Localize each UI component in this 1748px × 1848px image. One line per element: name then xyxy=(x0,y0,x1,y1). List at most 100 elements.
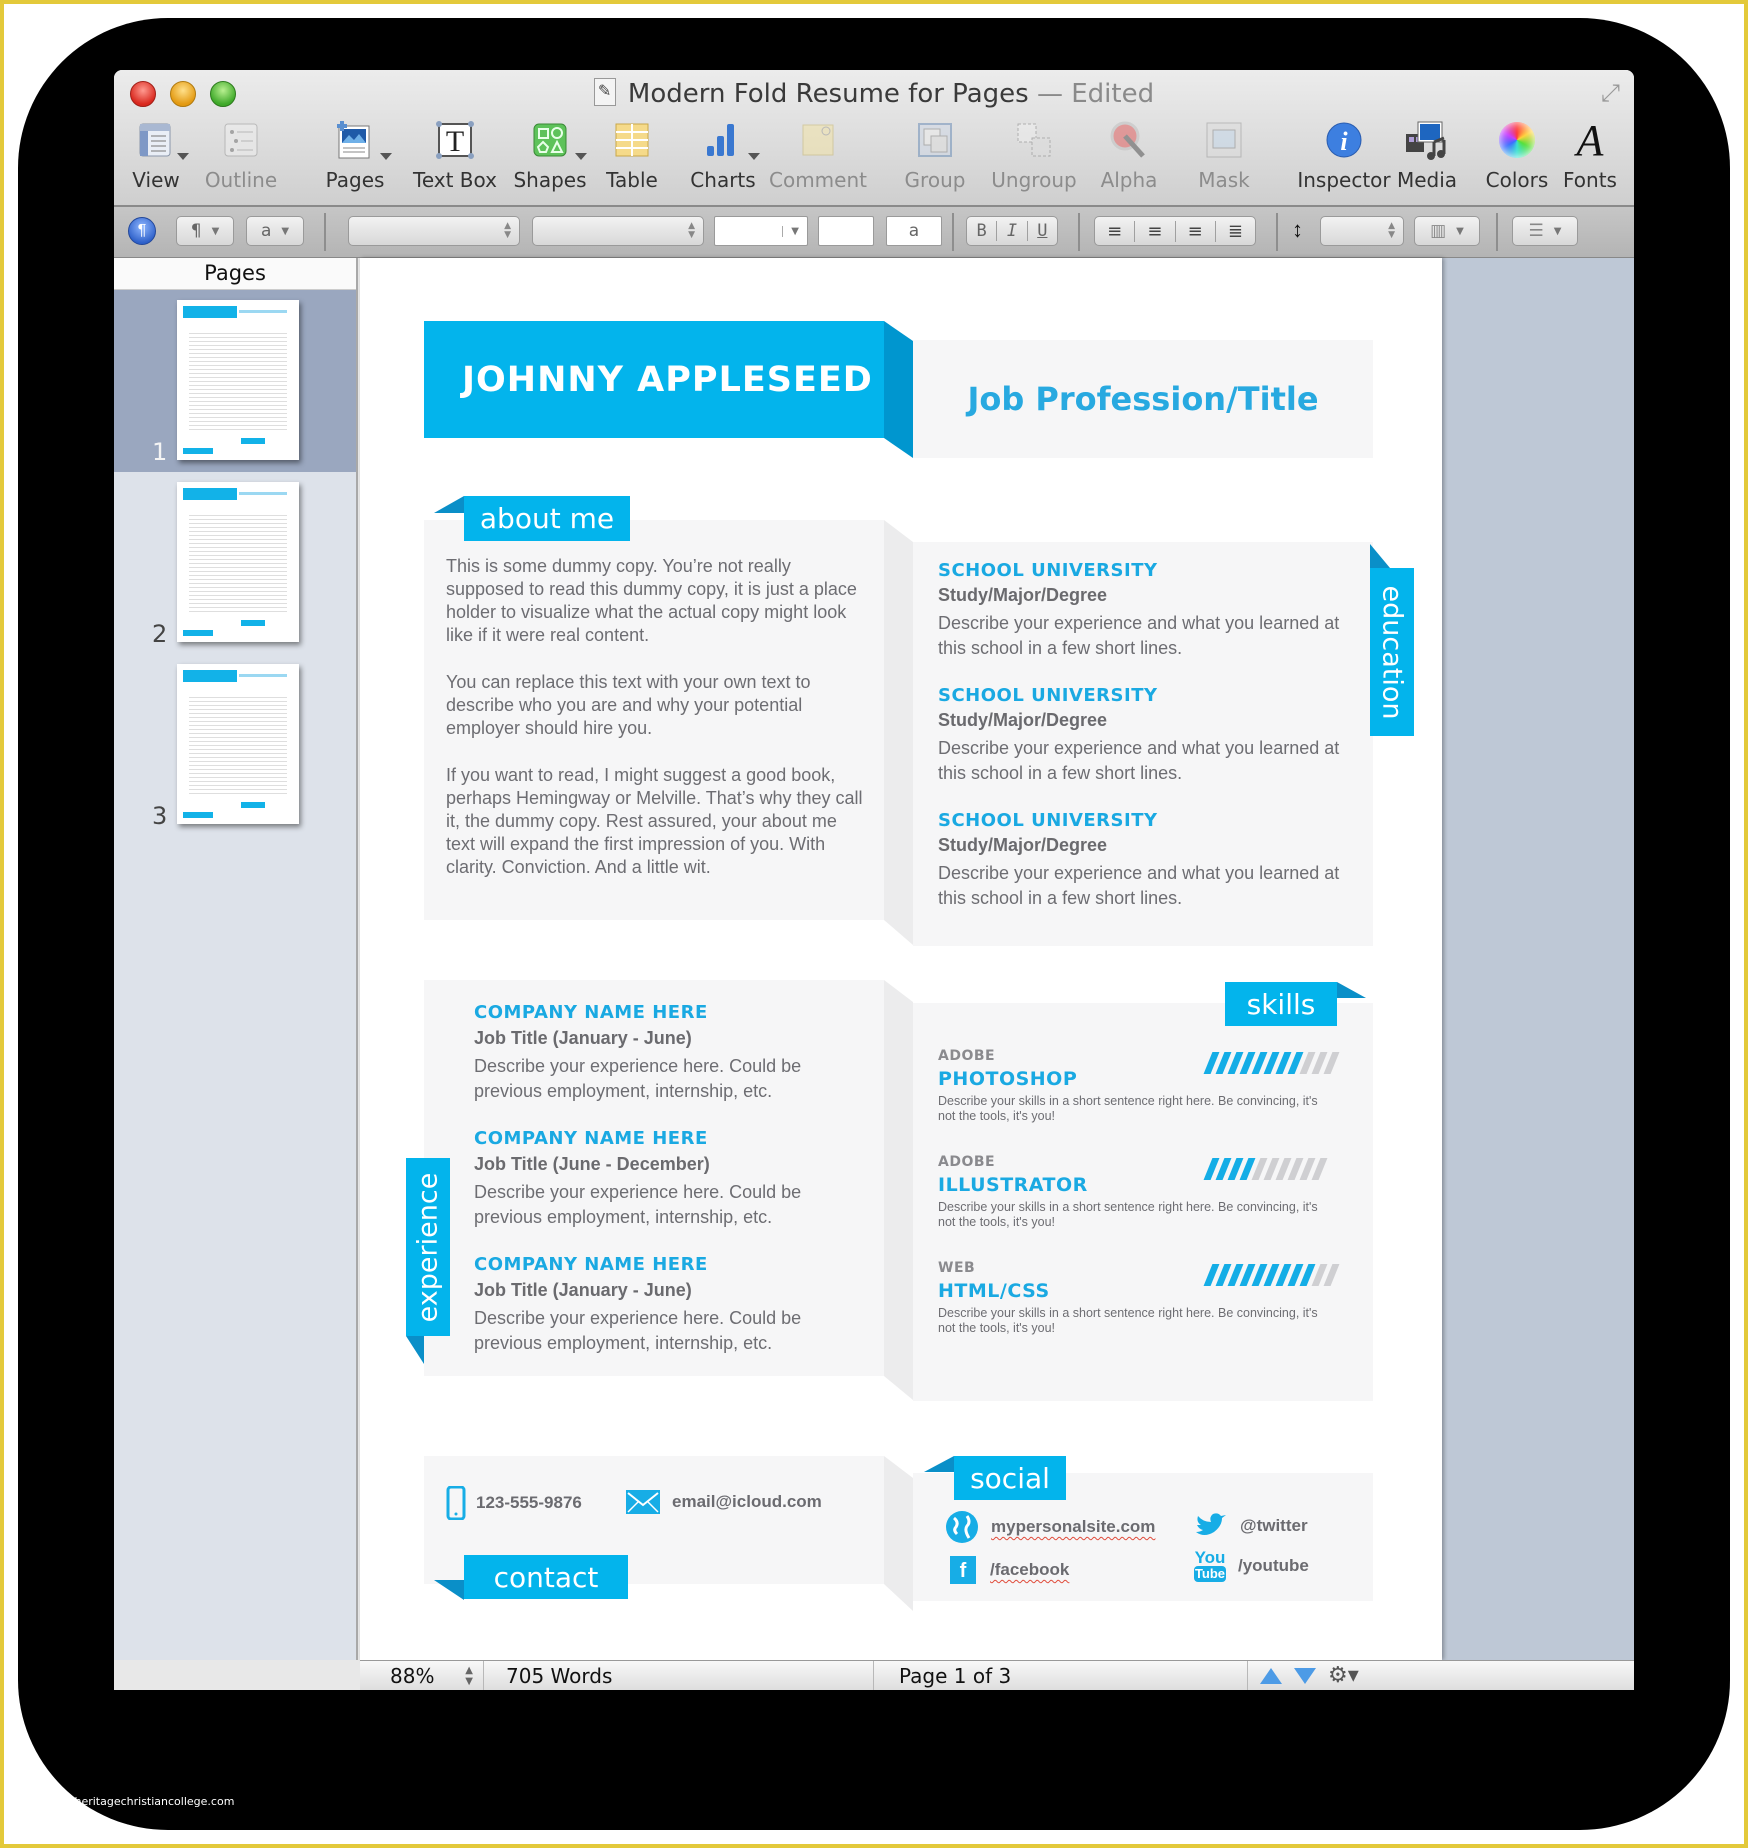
degree: Study/Major/Degree xyxy=(938,710,1108,730)
separator xyxy=(324,213,326,251)
align-center-button[interactable]: ≡ xyxy=(1135,220,1176,242)
skills-tag: skills xyxy=(1225,982,1337,1026)
toolbar: Modern Fold Resume for Pages — Edited ⤢ … xyxy=(114,70,1634,207)
toolbar-shapes-button[interactable]: Shapes xyxy=(505,118,595,192)
thumbnail-image xyxy=(177,300,299,460)
contact-tag: contact xyxy=(464,1555,628,1599)
page-thumbnail-3[interactable]: 3 xyxy=(114,654,356,836)
globe-icon xyxy=(946,1511,978,1543)
twitter-item[interactable]: @twitter xyxy=(1194,1512,1308,1540)
toolbar-outline-button[interactable]: Outline xyxy=(196,118,286,192)
education-entry[interactable]: SCHOOL UNIVERSITY Study/Major/Degree Des… xyxy=(938,685,1348,786)
previous-page-icon[interactable] xyxy=(1260,1668,1282,1684)
title-text: Modern Fold Resume for Pages xyxy=(627,79,1029,109)
italic-button[interactable]: I xyxy=(997,221,1028,241)
page-thumbnail-1[interactable]: 1 xyxy=(114,290,356,472)
align-left-button[interactable]: ≡ xyxy=(1095,220,1136,242)
font-size-combo[interactable]: ▼ xyxy=(714,216,808,246)
justify-button[interactable]: ≣ xyxy=(1216,221,1255,242)
columns-dropdown[interactable]: ▥ ▼ xyxy=(1414,216,1480,246)
page-number: 1 xyxy=(152,438,168,466)
text-style-buttons: B I U xyxy=(966,216,1058,246)
line-spacing-select[interactable]: ▲ ▼ xyxy=(1320,216,1404,246)
panel-fold xyxy=(884,520,913,945)
underline-button[interactable]: U xyxy=(1028,221,1057,241)
svg-text:i: i xyxy=(1340,127,1348,156)
next-page-icon[interactable] xyxy=(1294,1668,1316,1684)
phone-item[interactable]: 123-555-9876 xyxy=(446,1486,582,1520)
document-page[interactable]: JOHNNY APPLESEED Job Profession/Title ab… xyxy=(360,258,1442,1660)
toolbar-mask-button[interactable]: Mask xyxy=(1179,118,1269,192)
font-family-select[interactable]: ▲ ▼ xyxy=(348,216,520,246)
skill-entry[interactable]: ADOBE ILLUSTRATOR Describe your skills i… xyxy=(938,1154,1348,1260)
education-tag: education xyxy=(1370,568,1414,736)
character-style-dropdown[interactable]: a ▼ xyxy=(246,216,304,246)
email-item[interactable]: email@icloud.com xyxy=(626,1490,822,1514)
tag-fold xyxy=(406,1336,424,1364)
job-title[interactable]: Job Profession/Title xyxy=(913,340,1373,458)
format-bar: ¶ ¶ ▼ a ▼ ▲ ▼ ▲ ▼ ▼ a B I U ≡ ≡ ≡ ≣ ↕ ▲ ▼ ▥ ▼ … xyxy=(114,207,1634,258)
tag-fold xyxy=(1337,982,1366,998)
education-entry[interactable]: SCHOOL UNIVERSITY Study/Major/Degree Des… xyxy=(938,560,1348,661)
youtube-link: /youtube xyxy=(1238,1556,1309,1575)
email-icon xyxy=(626,1490,660,1514)
toolbar-alpha-button[interactable]: Alpha xyxy=(1084,118,1174,192)
toolbar-table-button[interactable]: Table xyxy=(587,118,677,192)
document-icon xyxy=(593,78,616,106)
page-thumbnail-2[interactable]: 2 xyxy=(114,472,356,654)
toolbar-pages-button[interactable]: Pages xyxy=(310,118,400,192)
experience-description: Describe your experience here. Could be … xyxy=(474,1308,802,1353)
experience-entry[interactable]: COMPANY NAME HERE Job Title (January - J… xyxy=(474,1002,864,1104)
skill-level-bar xyxy=(1203,1264,1340,1286)
name-banner[interactable]: JOHNNY APPLESEED xyxy=(424,321,884,438)
toolbar-ungroup-button[interactable]: Ungroup xyxy=(979,118,1089,192)
watermark: www.heritagechristiancollege.com xyxy=(45,1795,235,1808)
gear-icon[interactable]: ⚙▾ xyxy=(1328,1661,1359,1690)
skill-entry[interactable]: WEB HTML/CSS Describe your skills in a s… xyxy=(938,1260,1348,1366)
separator xyxy=(952,213,954,251)
toolbar-media-button[interactable]: Media xyxy=(1382,118,1472,192)
fullscreen-icon[interactable]: ⤢ xyxy=(1601,80,1620,108)
fonts-icon: A xyxy=(1576,115,1604,165)
text-background-color-well[interactable]: a xyxy=(886,216,942,246)
skill-entry[interactable]: ADOBE PHOTOSHOP Describe your skills in … xyxy=(938,1048,1348,1154)
toolbar-fonts-button[interactable]: A Fonts xyxy=(1545,115,1634,193)
company-name: COMPANY NAME HERE xyxy=(474,1128,708,1149)
youtube-item[interactable]: You Tube /youtube xyxy=(1194,1549,1309,1582)
bold-button[interactable]: B xyxy=(967,221,998,241)
skill-description: Describe your skills in a short sentence… xyxy=(938,1094,1318,1123)
font-typeface-select[interactable]: ▲ ▼ xyxy=(532,216,704,246)
sidebar-header: Pages xyxy=(114,258,356,290)
experience-entry[interactable]: COMPANY NAME HERE Job Title (June - Dece… xyxy=(474,1128,864,1230)
page-number: 2 xyxy=(152,620,168,648)
align-right-button[interactable]: ≡ xyxy=(1176,220,1216,242)
skill-description: Describe your skills in a short sentence… xyxy=(938,1200,1318,1229)
text-color-well[interactable] xyxy=(818,216,874,246)
toolbar-text-box-button[interactable]: T Text Box xyxy=(410,118,500,192)
outline-icon xyxy=(196,118,286,162)
shapes-icon xyxy=(505,118,595,162)
text-box-icon: T xyxy=(410,118,500,162)
education-entry[interactable]: SCHOOL UNIVERSITY Study/Major/Degree Des… xyxy=(938,810,1348,911)
toolbar-view-button[interactable]: View xyxy=(114,118,201,192)
tag-fold xyxy=(924,1456,954,1472)
experience-list: COMPANY NAME HERE Job Title (January - J… xyxy=(474,1002,864,1356)
toolbar-group-button[interactable]: Group xyxy=(890,118,980,192)
alpha-icon xyxy=(1084,118,1174,162)
website-item[interactable]: mypersonalsite.com xyxy=(945,1510,1155,1544)
invisibles-toggle-button[interactable]: ¶ xyxy=(128,217,156,245)
toolbar-comment-button[interactable]: Comment xyxy=(768,118,868,192)
tag-fold xyxy=(1370,544,1390,568)
zoom-stepper-icon[interactable]: ▲ ▼ xyxy=(465,1661,473,1687)
about-text[interactable]: This is some dummy copy. You’re not real… xyxy=(446,555,866,879)
pages-icon xyxy=(310,118,400,162)
facebook-item[interactable]: f /facebook xyxy=(950,1556,1069,1584)
list-style-dropdown[interactable]: ☰ ▼ xyxy=(1512,216,1578,246)
toolbar-charts-button[interactable]: Charts xyxy=(678,118,768,192)
job-title-dates: Job Title (January - June) xyxy=(474,1028,692,1048)
zoom-control[interactable]: 88% ▲ ▼ xyxy=(360,1661,484,1690)
experience-entry[interactable]: COMPANY NAME HERE Job Title (January - J… xyxy=(474,1254,864,1356)
paragraph-style-dropdown[interactable]: ¶ ▼ xyxy=(176,216,234,246)
media-icon xyxy=(1382,118,1472,162)
school-name: SCHOOL UNIVERSITY xyxy=(938,685,1158,706)
